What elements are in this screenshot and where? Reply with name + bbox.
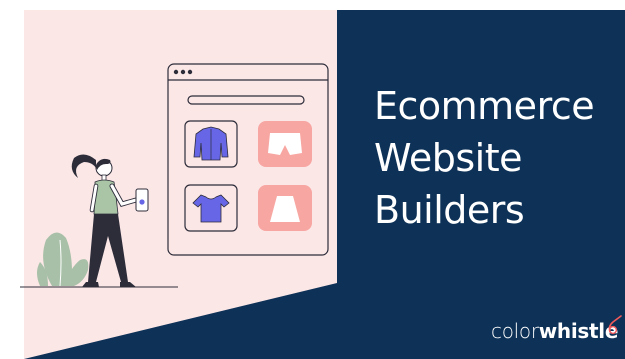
jacket-icon: [184, 120, 238, 168]
skirt-icon: [258, 185, 312, 231]
shorts-icon: [258, 121, 312, 167]
brand-logo-part-1: color: [491, 319, 539, 343]
whistle-icon: [608, 315, 622, 335]
headline-line-2: Website: [374, 136, 522, 180]
banner: Ecommerce Website Builders colorwhistle: [0, 0, 625, 359]
crop-top-icon: [184, 184, 238, 232]
headline-line-1: Ecommerce: [374, 84, 595, 128]
headline-line-3: Builders: [374, 188, 525, 232]
brand-logo: colorwhistle: [491, 318, 618, 344]
headline: Ecommerce Website Builders: [374, 80, 619, 236]
